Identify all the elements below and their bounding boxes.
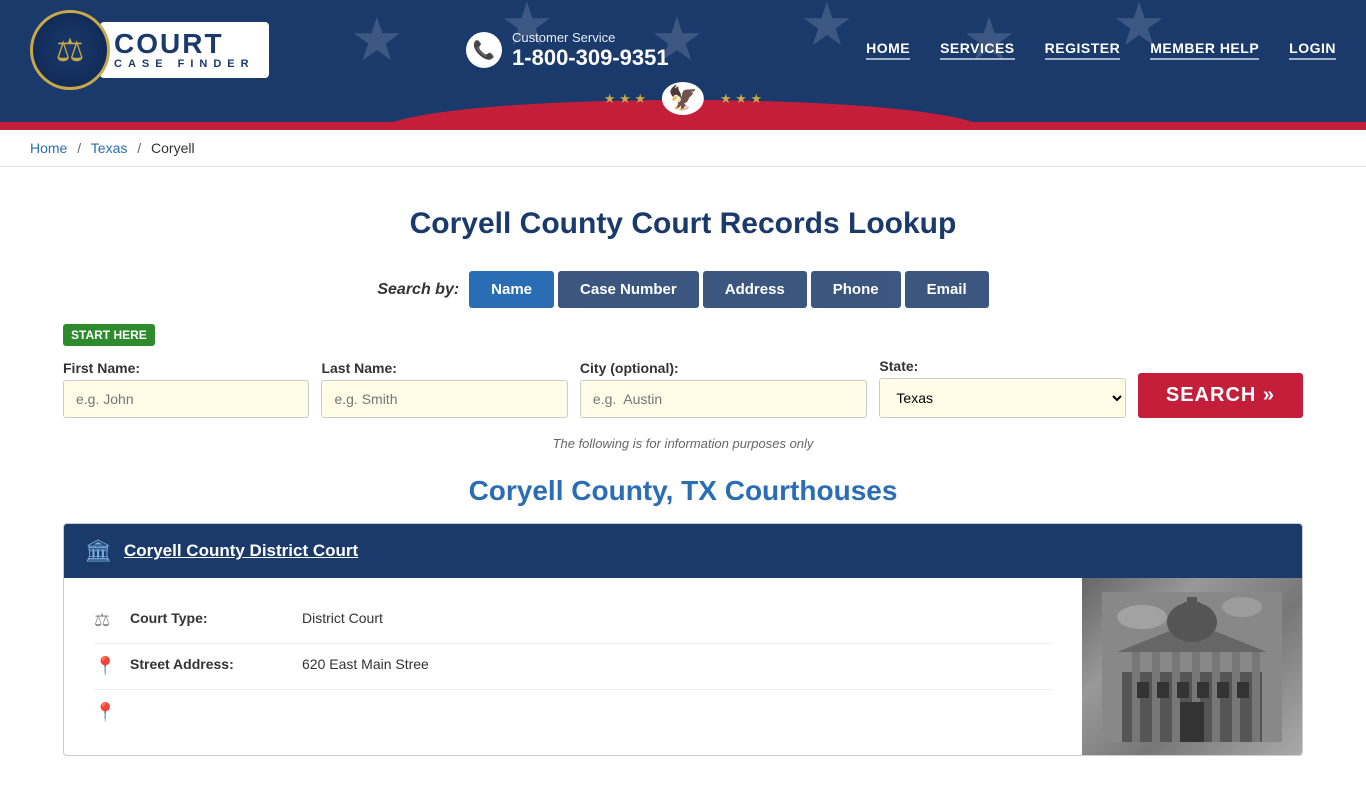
main-nav: HOME SERVICES REGISTER MEMBER HELP LOGIN xyxy=(866,40,1336,60)
nav-login[interactable]: LOGIN xyxy=(1289,40,1336,60)
courthouse-name[interactable]: Coryell County District Court xyxy=(124,541,358,561)
breadcrumb-state[interactable]: Texas xyxy=(91,140,128,156)
tab-case-number[interactable]: Case Number xyxy=(558,271,699,308)
customer-service-label: Customer Service xyxy=(512,30,669,45)
state-select[interactable]: Texas Alabama Alaska California Florida … xyxy=(879,378,1125,418)
search-button[interactable]: SEARCH » xyxy=(1138,373,1303,418)
bg-star-1: ★ xyxy=(350,5,404,75)
main-content: Coryell County Court Records Lookup Sear… xyxy=(33,167,1333,806)
last-name-field: Last Name: xyxy=(321,360,567,418)
nav-register[interactable]: REGISTER xyxy=(1045,40,1121,60)
banner-stars-right: ★ ★ ★ xyxy=(720,91,762,107)
courthouse-card: 🏛 Coryell County District Court ⚖ Court … xyxy=(63,523,1303,756)
search-tabs: Name Case Number Address Phone Email xyxy=(469,271,988,308)
first-name-input[interactable] xyxy=(63,380,309,418)
start-here-badge: START HERE xyxy=(63,324,155,346)
court-type-icon: ⚖ xyxy=(94,610,118,631)
courthouse-building-svg xyxy=(1102,592,1282,742)
extra-icon: 📍 xyxy=(94,702,118,723)
info-note: The following is for information purpose… xyxy=(63,436,1303,451)
nav-services[interactable]: SERVICES xyxy=(940,40,1015,60)
court-type-value: District Court xyxy=(302,610,383,626)
banner-stars-left: ★ ★ ★ xyxy=(604,91,646,107)
courthouses-title: Coryell County, TX Courthouses xyxy=(63,475,1303,507)
detail-row-extra: 📍 xyxy=(94,690,1052,735)
detail-row-court-type: ⚖ Court Type: District Court xyxy=(94,598,1052,644)
search-by-row: Search by: Name Case Number Address Phon… xyxy=(63,271,1303,308)
breadcrumb-home[interactable]: Home xyxy=(30,140,67,156)
breadcrumb: Home / Texas / Coryell xyxy=(0,130,1366,167)
courthouse-building-icon: 🏛 xyxy=(84,538,112,564)
search-by-label: Search by: xyxy=(377,281,459,299)
bg-star-4: ★ xyxy=(800,0,854,60)
search-form-row: First Name: Last Name: City (optional): … xyxy=(63,358,1303,418)
court-type-label: Court Type: xyxy=(130,610,290,626)
courthouse-image xyxy=(1082,578,1302,755)
tab-name[interactable]: Name xyxy=(469,271,554,308)
courthouse-image-placeholder xyxy=(1082,578,1302,755)
courthouse-header: 🏛 Coryell County District Court xyxy=(64,524,1302,578)
form-area: START HERE First Name: Last Name: City (… xyxy=(63,324,1303,418)
eagle-icon: 🦅 xyxy=(662,82,704,115)
logo-area[interactable]: COURT CASE FINDER xyxy=(30,10,269,90)
courthouse-body: ⚖ Court Type: District Court 📍 Street Ad… xyxy=(64,578,1302,755)
state-field: State: Texas Alabama Alaska California F… xyxy=(879,358,1125,418)
breadcrumb-sep-1: / xyxy=(77,140,81,156)
nav-member-help[interactable]: MEMBER HELP xyxy=(1150,40,1259,60)
tab-address[interactable]: Address xyxy=(703,271,807,308)
customer-service-area: 📞 Customer Service 1-800-309-9351 xyxy=(466,30,669,71)
phone-icon: 📞 xyxy=(466,32,502,68)
first-name-field: First Name: xyxy=(63,360,309,418)
tab-phone[interactable]: Phone xyxy=(811,271,901,308)
address-icon: 📍 xyxy=(94,656,118,677)
search-section: Search by: Name Case Number Address Phon… xyxy=(63,271,1303,451)
nav-home[interactable]: HOME xyxy=(866,40,910,60)
first-name-label: First Name: xyxy=(63,360,309,376)
logo-circle-icon xyxy=(30,10,110,90)
logo-text-area: COURT CASE FINDER xyxy=(100,22,269,78)
eagle-banner: ★ ★ ★ 🦅 ★ ★ ★ xyxy=(0,100,1366,130)
customer-service-phone: 1-800-309-9351 xyxy=(512,45,669,71)
courthouse-details: ⚖ Court Type: District Court 📍 Street Ad… xyxy=(64,578,1082,755)
city-label: City (optional): xyxy=(580,360,868,376)
logo-court-text: COURT xyxy=(114,30,255,58)
detail-row-address: 📍 Street Address: 620 East Main Stree xyxy=(94,644,1052,690)
breadcrumb-county: Coryell xyxy=(151,140,195,156)
breadcrumb-sep-2: / xyxy=(137,140,141,156)
address-label: Street Address: xyxy=(130,656,290,672)
tab-email[interactable]: Email xyxy=(905,271,989,308)
city-field: City (optional): xyxy=(580,360,868,418)
last-name-label: Last Name: xyxy=(321,360,567,376)
state-label: State: xyxy=(879,358,1125,374)
customer-service-info: Customer Service 1-800-309-9351 xyxy=(512,30,669,71)
last-name-input[interactable] xyxy=(321,380,567,418)
address-value: 620 East Main Stree xyxy=(302,656,429,672)
page-title: Coryell County Court Records Lookup xyxy=(63,207,1303,241)
city-input[interactable] xyxy=(580,380,868,418)
logo-case-finder-text: CASE FINDER xyxy=(114,58,255,70)
